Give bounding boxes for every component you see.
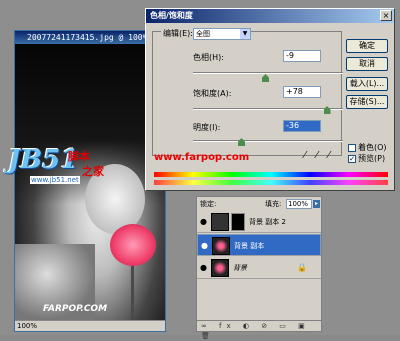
eye-icon[interactable]: ● [201,241,208,251]
ok-button[interactable]: 确定 [346,39,388,53]
layer-mask-thumbnail [231,213,245,231]
document-title[interactable]: 20077241173415.jpg @ 100% [15,31,165,44]
hue-field[interactable]: -9 [283,50,321,62]
photo-rose [110,224,156,266]
dialog-title: 色相/饱和度 [146,9,394,23]
lock-label: 锁定: [200,200,217,208]
edit-label: 编辑(E): [161,28,195,39]
load-button[interactable]: 载入(L)... [346,77,388,91]
layer-name: 背景 副本 [234,242,265,250]
eyedropper-minus-icon[interactable]: ⁄ [328,150,330,161]
layer-row[interactable]: ● 背景 副本 2 [197,211,321,233]
saturation-field[interactable]: +78 [283,86,321,98]
layers-palette: 锁定: 填充: 100% ▸ ● 背景 副本 2 ● 背景 副本 ● 背景 🔒 … [196,196,322,340]
preview-check-icon: ✓ [348,154,356,163]
photo-watermark: FARPOP.COM [43,304,108,314]
fill-field[interactable]: 100% [286,199,312,209]
layer-row[interactable]: ● 背景 🔒 [197,257,321,279]
save-button[interactable]: 存储(S)... [346,95,388,109]
saturation-label: 饱和度(A): [193,89,232,98]
eyedropper-icon[interactable]: ⁄ [304,150,306,161]
lightness-field[interactable]: -36 [283,120,321,132]
output-color-bar [154,180,388,185]
edit-select[interactable]: 全图 ▼ [193,28,251,40]
lightness-label: 明度(I): [193,123,221,132]
logo-site: www.jb51.net [30,176,80,184]
preview-checkbox[interactable]: ✓ 预览(P) [348,153,385,164]
logo-cn-line2: 之家 [82,165,104,178]
input-color-bar [154,172,388,177]
cancel-button[interactable]: 取消 [346,57,388,71]
colorize-checkbox[interactable]: 着色(O) [348,142,387,153]
preview-label: 预览(P) [358,154,386,163]
layer-row[interactable]: ● 背景 副本 [197,234,321,256]
layer-name: 背景 副本 2 [249,218,286,226]
eyedropper-plus-icon[interactable]: ⁄ [316,150,318,161]
fill-label: 填充: [265,200,282,208]
site-logo: JB51 脚本 之家 www.jb51.net [0,145,115,187]
hue-track[interactable] [193,72,343,74]
layer-thumbnail [212,237,230,255]
url-watermark: www.farpop.com [154,152,250,163]
colorize-check-icon [348,143,356,152]
edit-select-value: 全图 [196,30,210,38]
layers-toolbar: 锁定: 填充: 100% ▸ [197,197,321,211]
saturation-track[interactable] [193,108,343,110]
hue-saturation-dialog: 色相/饱和度 × 编辑(E): 全图 ▼ 色相(H): -9 饱和度(A): +7… [145,8,395,191]
chevron-down-icon: ▼ [240,29,250,39]
photo-rose-stem [131,262,134,322]
layer-name: 背景 [233,264,247,272]
logo-cn-line1: 脚本 [68,150,90,163]
adjust-group: 编辑(E): 全图 ▼ 色相(H): -9 饱和度(A): +78 明度(I): … [152,28,343,156]
chevron-right-icon[interactable]: ▸ [313,200,320,208]
colorize-label: 着色(O) [358,143,387,152]
hue-slider-thumb[interactable] [262,74,269,82]
close-button[interactable]: × [380,10,392,21]
layer-thumbnail [211,213,229,231]
lightness-track[interactable] [193,140,343,142]
layers-bottom-bar[interactable]: ∞ fx ◐ ⊘ ▭ ▣ 🗑 [197,320,321,340]
zoom-status: 100% [15,320,165,331]
eye-icon[interactable]: ● [200,263,207,272]
eye-icon[interactable]: ● [200,217,207,226]
layer-thumbnail [211,259,229,277]
hue-label: 色相(H): [193,53,224,62]
lock-icon: 🔒 [297,263,307,272]
